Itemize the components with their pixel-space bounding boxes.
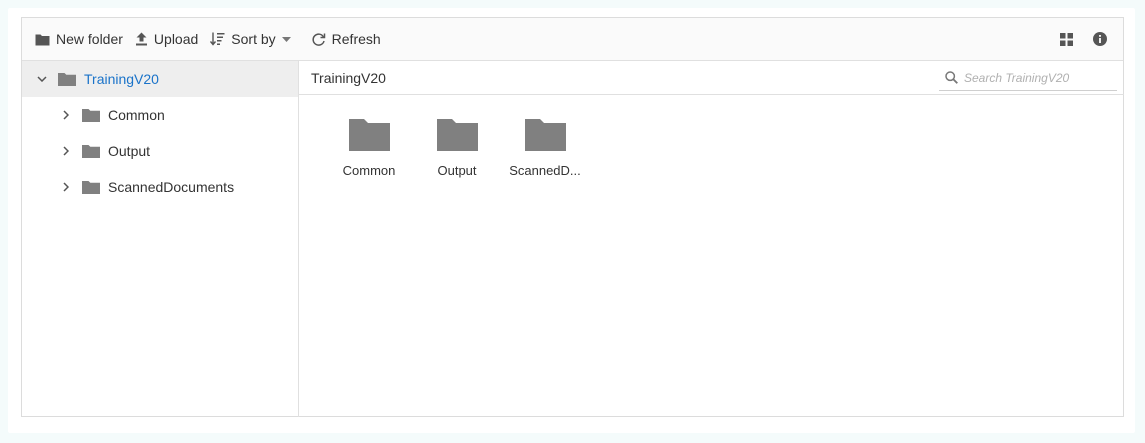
file-tile-common[interactable]: Common [329, 119, 409, 191]
chevron-down-icon[interactable] [34, 71, 50, 87]
breadcrumb[interactable]: TrainingV20 [311, 70, 386, 86]
navigation-tree: TrainingV20 Common Output ScannedDocumen… [22, 61, 299, 417]
new-folder-label: New folder [56, 31, 123, 47]
file-tile-label: ScannedD... [509, 163, 581, 178]
search-icon [945, 71, 958, 84]
grid-view-icon [1059, 32, 1073, 46]
tree-item-label: Output [108, 143, 151, 159]
sort-by-button[interactable]: Sort by [204, 24, 296, 54]
content-pane: TrainingV20 Common Output [299, 61, 1124, 417]
upload-button[interactable]: Upload [129, 24, 204, 54]
folder-icon [58, 72, 76, 86]
chevron-right-icon[interactable] [58, 143, 74, 159]
folder-icon [82, 144, 100, 158]
file-tile-label: Common [342, 163, 396, 178]
folder-icon [524, 119, 566, 151]
search-input[interactable] [964, 70, 1104, 85]
file-tile-output[interactable]: Output [417, 119, 497, 191]
sort-icon [210, 32, 225, 46]
tree-item-scanneddocuments[interactable]: ScannedDocuments [22, 169, 298, 205]
caret-down-icon [281, 36, 291, 42]
info-icon [1093, 32, 1107, 46]
tree-item-output[interactable]: Output [22, 133, 298, 169]
toolbar: New folder Upload Sort by Refresh [22, 18, 1123, 61]
folder-icon [82, 180, 100, 194]
file-tile-label: Output [437, 163, 477, 178]
sort-by-label: Sort by [231, 31, 276, 47]
folder-icon [82, 108, 100, 122]
refresh-label: Refresh [331, 31, 381, 47]
refresh-button[interactable]: Refresh [305, 24, 387, 54]
tree-item-label: ScannedDocuments [108, 179, 235, 195]
toolbar-right-group [1051, 24, 1123, 54]
file-manager: New folder Upload Sort by Refresh Traini… [21, 17, 1124, 417]
new-folder-icon [35, 34, 50, 45]
details-button[interactable] [1085, 24, 1115, 54]
tree-item-label: Common [108, 107, 165, 123]
chevron-right-icon[interactable] [58, 179, 74, 195]
tree-item-label: TrainingV20 [84, 71, 159, 87]
folder-icon [436, 119, 478, 151]
tree-item-root[interactable]: TrainingV20 [22, 61, 298, 97]
refresh-icon [312, 32, 325, 46]
view-toggle-button[interactable] [1051, 24, 1081, 54]
new-folder-button[interactable]: New folder [29, 24, 129, 54]
upload-icon [135, 32, 147, 46]
chevron-right-icon[interactable] [58, 107, 74, 123]
upload-label: Upload [153, 31, 199, 47]
tree-item-common[interactable]: Common [22, 97, 298, 133]
file-tile-scanneddocuments[interactable]: ScannedD... [505, 119, 585, 191]
search-box [939, 65, 1117, 91]
toolbar-left-group: New folder Upload Sort by Refresh [22, 24, 387, 54]
address-bar: TrainingV20 [299, 61, 1124, 95]
folder-icon [348, 119, 390, 151]
